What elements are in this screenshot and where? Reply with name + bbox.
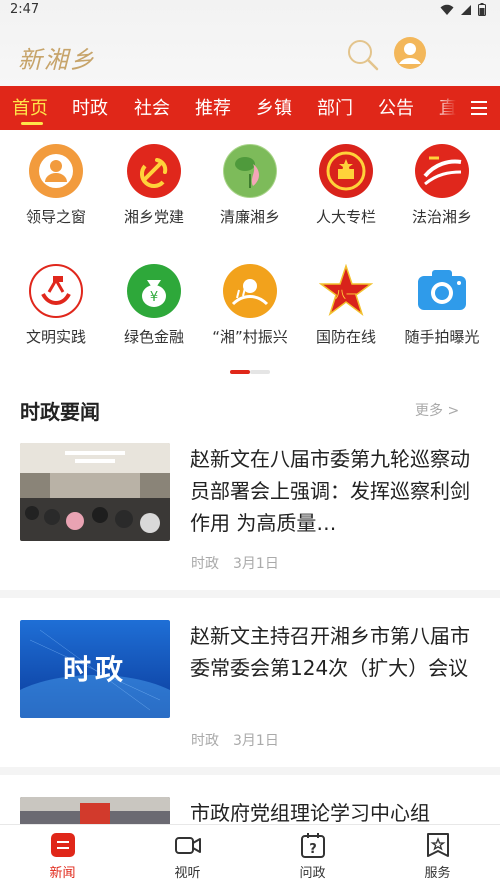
grid-label: 清廉湘乡 [219,208,280,226]
tab-departments[interactable]: 部门 [317,94,353,120]
tab-society[interactable]: 社会 [134,94,170,120]
bottom-navigation: 新闻 视听 ? 问政 服务 [0,824,500,888]
news-category: 时政 [191,556,219,572]
status-time: 2:47 [10,2,40,17]
tab-towns[interactable]: 乡镇 [256,94,292,120]
tab-notices[interactable]: 公告 [378,94,414,120]
list-divider [0,767,500,775]
svg-text:八一: 八一 [335,288,357,301]
leader-icon [29,144,83,198]
section-title: 时政要闻 [20,400,100,424]
channel-tabs: 首页 时政 社会 推荐 乡镇 部门 公告 直 [0,86,500,130]
grid-label: “湘”村振兴 [212,328,288,346]
news-icon [51,833,75,857]
party-emblem-icon [127,144,181,198]
grid-label: 湘乡党建 [123,208,184,226]
search-icon [348,40,379,71]
army-star-icon: 八一 [318,263,374,318]
news-item[interactable]: 时政 赵新文主持召开湘乡市第八届市委常委会第124次（扩大）会议 时政 3月1日 [0,620,500,760]
status-icons [440,3,486,16]
app-screen: 2:47 新湘乡 首页 时政 社会 推荐 乡镇 部门 公告 领导之窗 湘乡党建 … [0,0,500,888]
user-icon [394,37,426,69]
app-logo: 新湘乡 [18,46,96,74]
grid-page-indicator [230,370,270,374]
tabs-fade [436,86,456,130]
grid-item-national-defense[interactable]: 八一 国防在线 [298,263,394,364]
rural-icon [223,264,277,318]
user-avatar-button[interactable] [393,36,427,70]
nav-label: 新闻 [49,866,76,881]
active-tab-indicator [21,122,43,125]
grid-label: 国防在线 [315,328,376,346]
channel-menu-button[interactable] [456,86,500,130]
grid-label: 文明实践 [25,328,86,346]
nav-services[interactable]: 服务 [375,825,500,888]
nav-inquiry[interactable]: ? 问政 [250,825,375,888]
grid-item-photo-report[interactable]: 随手拍曝光 [394,264,490,364]
battery-icon [478,3,486,16]
grid-item-clean-governance[interactable]: 清廉湘乡 [202,144,298,244]
lotus-icon [223,144,277,198]
nav-label: 视听 [174,866,201,881]
grid-label: 法治湘乡 [411,208,472,226]
grid-label: 绿色金融 [123,328,184,346]
news-category: 时政 [191,733,219,749]
news-thumbnail: 时政 [20,620,170,718]
search-button[interactable] [346,38,380,72]
tab-recommend[interactable]: 推荐 [195,94,231,120]
news-title: 赵新文主持召开湘乡市第八届市委常委会第124次（扩大）会议 [190,624,470,680]
news-item[interactable]: 赵新文在八届市委第九轮巡察动员部署会上强调：发挥巡察利剑作用 为高质量… 时政 3… [0,443,500,583]
nav-label: 服务 [424,866,451,881]
signal-icon [461,4,471,15]
money-bag-icon: ¥ [127,264,181,318]
grid-label: 人大专栏 [315,208,376,226]
national-emblem-icon [319,144,373,198]
more-link[interactable]: 更多 > [415,400,459,420]
page-dot [250,370,270,374]
nav-news[interactable]: 新闻 [0,825,125,888]
tab-politics[interactable]: 时政 [72,94,108,120]
grid-item-npc-column[interactable]: 人大专栏 [298,144,394,244]
service-star-icon [427,833,449,857]
nav-video[interactable]: 视听 [125,825,250,888]
news-meta: 时政 3月1日 [191,553,279,573]
grid-label: 领导之窗 [25,208,86,226]
grid-item-rule-of-law[interactable]: 法治湘乡 [394,144,490,244]
news-meta: 时政 3月1日 [191,730,279,750]
news-thumbnail [20,443,170,541]
grid-item-party-building[interactable]: 湘乡党建 [106,144,202,244]
civilization-icon [29,264,83,318]
news-date: 3月1日 [233,556,279,572]
tab-home[interactable]: 首页 [12,94,48,120]
news-title: 赵新文在八届市委第九轮巡察动员部署会上强调：发挥巡察利剑作用 为高质量… [190,447,470,535]
grid-item-leaders[interactable]: 领导之窗 [8,144,104,244]
thumb-banner-text: 时政 [62,653,127,686]
page-dot-active [230,370,250,374]
video-camera-icon [175,837,201,854]
grid-label: 随手拍曝光 [404,328,480,346]
wifi-icon [440,4,454,15]
question-calendar-icon: ? [301,833,325,858]
grid-item-rural-revitalization[interactable]: “湘”村振兴 [202,264,298,364]
svg-text:?: ? [309,842,317,857]
grid-item-green-finance[interactable]: ¥ 绿色金融 [106,264,202,364]
news-item[interactable]: 市政府党组理论学习中心组 [0,797,500,888]
rule-of-law-icon [415,144,469,198]
app-header: 2:47 新湘乡 [0,0,500,86]
news-date: 3月1日 [233,733,279,749]
svg-text:¥: ¥ [150,290,158,305]
nav-label: 问政 [299,866,326,881]
grid-item-civilization-practice[interactable]: 文明实践 [8,264,104,364]
menu-icon [471,101,487,103]
list-divider [0,590,500,598]
camera-icon [415,264,469,318]
